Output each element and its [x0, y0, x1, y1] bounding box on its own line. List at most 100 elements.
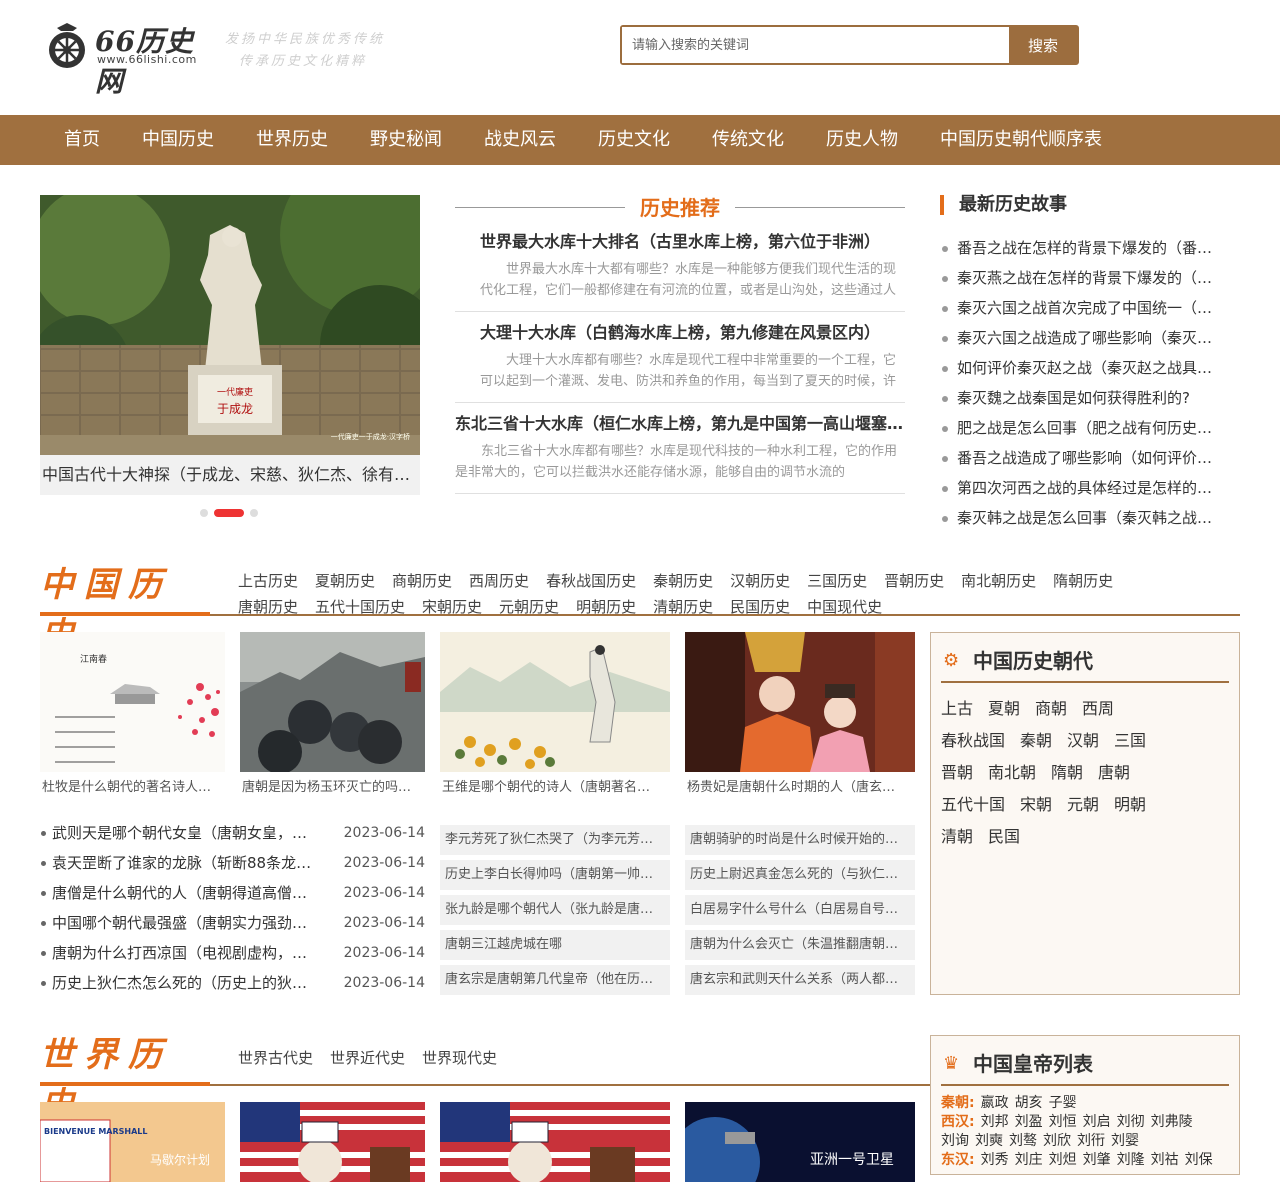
featured-slider[interactable]: 一代廉吏 于成龙 一代廉吏一于成龙·汉字桥 中国古代十大神探（于成龙、宋慈、狄仁…	[40, 195, 420, 495]
emperor-name[interactable]: 刘庄	[1015, 1152, 1043, 1168]
list-item-title[interactable]: 历史上狄仁杰怎么死的（历史上的狄…	[52, 968, 324, 998]
dynasty-link[interactable]: 宋朝	[1020, 789, 1052, 821]
list-item[interactable]: 中国哪个朝代最强盛（唐朝实力强劲… 2023-06-14	[40, 908, 425, 938]
category-link[interactable]: 三国历史	[807, 568, 867, 594]
emperor-name[interactable]: 刘欣	[1043, 1133, 1071, 1149]
gray-list-item[interactable]: 白居易字什么号什么（白居易自号…	[685, 895, 915, 925]
gray-list-item[interactable]: 唐玄宗和武则天什么关系（两人都…	[685, 965, 915, 995]
latest-item[interactable]: 秦灭六国之战造成了哪些影响（秦灭…	[940, 323, 1240, 353]
thumb-image[interactable]: 江南春	[40, 632, 225, 772]
dynasty-link[interactable]: 春秋战国	[941, 725, 1005, 757]
emperor-name[interactable]: 刘邦	[981, 1114, 1009, 1130]
section-title[interactable]: 中国历史	[40, 560, 210, 655]
emperor-name[interactable]: 刘奭	[975, 1133, 1003, 1149]
dynasty-label[interactable]: 东汉:	[941, 1152, 975, 1168]
dynasty-link[interactable]: 唐朝	[1098, 757, 1130, 789]
dynasty-link[interactable]: 明朝	[1114, 789, 1146, 821]
dynasty-link[interactable]: 清朝	[941, 821, 973, 853]
dynasty-link[interactable]: 汉朝	[1067, 725, 1099, 757]
dynasty-link[interactable]: 三国	[1114, 725, 1146, 757]
emperor-name[interactable]: 刘盈	[1015, 1114, 1043, 1130]
dynasty-link[interactable]: 西周	[1082, 693, 1114, 725]
latest-item[interactable]: 秦灭六国之战首次完成了中国统一（…	[940, 293, 1240, 323]
dynasty-label[interactable]: 西汉:	[941, 1114, 975, 1130]
dynasty-link[interactable]: 南北朝	[988, 757, 1036, 789]
category-link[interactable]: 唐朝历史	[238, 594, 298, 620]
nav-item-history-culture[interactable]: 历史文化	[577, 115, 691, 165]
thumb-caption[interactable]: 唐朝是因为杨玉环灭亡的吗…	[240, 772, 425, 804]
category-link[interactable]: 宋朝历史	[422, 594, 482, 620]
emperor-name[interactable]: 刘祜	[1151, 1152, 1179, 1168]
latest-item[interactable]: 番吾之战造成了哪些影响（如何评价…	[940, 443, 1240, 473]
category-link[interactable]: 中国现代史	[807, 594, 882, 620]
emperor-name[interactable]: 刘彻	[1117, 1114, 1145, 1130]
category-link[interactable]: 明朝历史	[576, 594, 636, 620]
recommend-item-title[interactable]: 世界最大水库十大排名（古里水库上榜，第六位于非洲）	[480, 229, 905, 255]
latest-item[interactable]: 秦灭燕之战在怎样的背景下爆发的（…	[940, 263, 1240, 293]
list-item[interactable]: 袁天罡断了谁家的龙脉（斩断88条龙… 2023-06-14	[40, 848, 425, 878]
slider-image[interactable]: 一代廉吏 于成龙 一代廉吏一于成龙·汉字桥	[40, 195, 420, 455]
latest-item[interactable]: 如何评价秦灭赵之战（秦灭赵之战具…	[940, 353, 1240, 383]
emperor-name[interactable]: 刘恒	[1049, 1114, 1077, 1130]
emperor-name[interactable]: 刘衎	[1077, 1133, 1105, 1149]
emperor-name[interactable]: 刘保	[1185, 1152, 1213, 1168]
emperor-name[interactable]: 胡亥	[1015, 1095, 1043, 1111]
thumb-image[interactable]	[685, 632, 915, 772]
emperor-name[interactable]: 刘秀	[981, 1152, 1009, 1168]
slider-caption[interactable]: 中国古代十大神探（于成龙、宋慈、狄仁杰、徐有…	[40, 455, 420, 495]
article-thumb[interactable]: 王维是哪个朝代的诗人（唐朝著名…	[440, 632, 670, 804]
emperor-name[interactable]: 刘询	[941, 1133, 969, 1149]
dynasty-link[interactable]: 民国	[988, 821, 1020, 853]
nav-item-unofficial-history[interactable]: 野史秘闻	[349, 115, 463, 165]
site-logo[interactable]: 66历史网 www.66lishi.com	[43, 20, 213, 98]
list-item[interactable]: 唐僧是什么朝代的人（唐朝得道高僧… 2023-06-14	[40, 878, 425, 908]
list-item-title[interactable]: 武则天是哪个朝代女皇（唐朝女皇，…	[52, 818, 324, 848]
nav-item-home[interactable]: 首页	[43, 115, 121, 165]
category-link[interactable]: 夏朝历史	[315, 568, 375, 594]
article-thumb[interactable]: 亚洲一号卫星	[685, 1102, 915, 1182]
list-item-title[interactable]: 唐僧是什么朝代的人（唐朝得道高僧…	[52, 878, 324, 908]
latest-item[interactable]: 第四次河西之战的具体经过是怎样的…	[940, 473, 1240, 503]
emperor-name[interactable]: 嬴政	[981, 1095, 1009, 1111]
emperor-name[interactable]: 刘炟	[1049, 1152, 1077, 1168]
search-input[interactable]	[622, 27, 1009, 63]
nav-item-china-history[interactable]: 中国历史	[121, 115, 235, 165]
slider-dot[interactable]	[250, 509, 258, 517]
gray-list-item[interactable]: 唐玄宗是唐朝第几代皇帝（他在历…	[440, 965, 670, 995]
dynasty-link[interactable]: 隋朝	[1051, 757, 1083, 789]
category-link[interactable]: 南北朝历史	[961, 568, 1036, 594]
category-link[interactable]: 清朝历史	[653, 594, 713, 620]
category-link[interactable]: 世界古代史	[238, 1045, 313, 1071]
dynasty-link[interactable]: 晋朝	[941, 757, 973, 789]
category-link[interactable]: 元朝历史	[499, 594, 559, 620]
nav-item-war-history[interactable]: 战史风云	[463, 115, 577, 165]
latest-item[interactable]: 肥之战是怎么回事（肥之战有何历史…	[940, 413, 1240, 443]
list-item[interactable]: 历史上狄仁杰怎么死的（历史上的狄… 2023-06-14	[40, 968, 425, 998]
dynasty-link[interactable]: 夏朝	[988, 693, 1020, 725]
dynasty-link[interactable]: 商朝	[1035, 693, 1067, 725]
latest-item[interactable]: 番吾之战在怎样的背景下爆发的（番…	[940, 233, 1240, 263]
emperor-name[interactable]: 刘婴	[1111, 1133, 1139, 1149]
dynasty-link[interactable]: 上古	[941, 693, 973, 725]
article-thumb[interactable]	[240, 1102, 425, 1182]
article-thumb[interactable]: 杨贵妃是唐朝什么时期的人（唐玄…	[685, 632, 915, 804]
gray-list-item[interactable]: 唐朝为什么会灭亡（朱温推翻唐朝…	[685, 930, 915, 960]
category-link[interactable]: 西周历史	[469, 568, 529, 594]
thumb-image[interactable]	[240, 632, 425, 772]
emperor-name[interactable]: 子婴	[1049, 1095, 1077, 1111]
list-item-title[interactable]: 袁天罡断了谁家的龙脉（斩断88条龙…	[52, 848, 324, 878]
recommend-item-title[interactable]: 大理十大水库（白鹤海水库上榜，第九修建在风景区内）	[480, 320, 905, 346]
list-item[interactable]: 唐朝为什么打西凉国（电视剧虚构，… 2023-06-14	[40, 938, 425, 968]
category-link[interactable]: 民国历史	[730, 594, 790, 620]
nav-item-world-history[interactable]: 世界历史	[235, 115, 349, 165]
category-link[interactable]: 世界近代史	[330, 1045, 405, 1071]
gray-list-item[interactable]: 历史上尉迟真金怎么死的（与狄仁…	[685, 860, 915, 890]
category-link[interactable]: 上古历史	[238, 568, 298, 594]
emperor-name[interactable]: 刘弗陵	[1151, 1114, 1193, 1130]
category-link[interactable]: 隋朝历史	[1053, 568, 1113, 594]
thumb-caption[interactable]: 王维是哪个朝代的诗人（唐朝著名…	[440, 772, 670, 804]
article-thumb[interactable]: 江南春 杜牧是什么朝代的著名诗人…	[40, 632, 225, 804]
gray-list-item[interactable]: 张九龄是哪个朝代人（张九龄是唐…	[440, 895, 670, 925]
nav-item-dynasty-table[interactable]: 中国历史朝代顺序表	[919, 115, 1123, 165]
latest-item[interactable]: 秦灭魏之战秦国是如何获得胜利的?	[940, 383, 1240, 413]
